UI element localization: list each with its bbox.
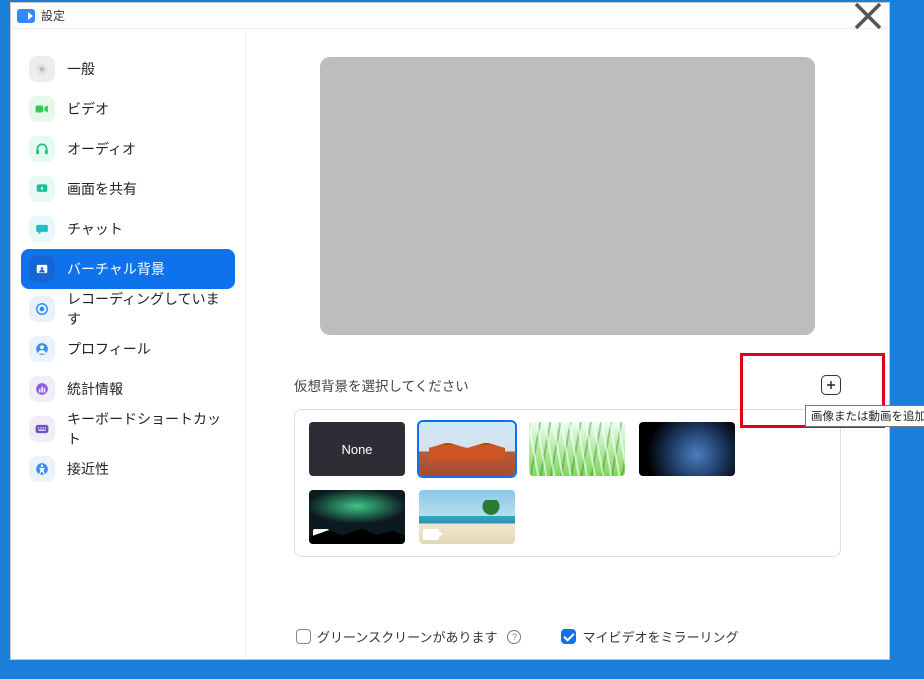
sidebar-item-accessibility[interactable]: 接近性 — [11, 449, 245, 489]
help-icon[interactable]: ? — [507, 630, 521, 644]
sidebar-item-profile[interactable]: プロフィール — [11, 329, 245, 369]
accessibility-icon — [29, 456, 55, 482]
share-screen-icon — [29, 176, 55, 202]
sidebar-item-chat[interactable]: チャット — [11, 209, 245, 249]
sidebar: 一般 ビデオ オーディオ 画面を共有 — [11, 29, 246, 659]
plus-icon — [826, 380, 836, 390]
sidebar-item-general[interactable]: 一般 — [11, 49, 245, 89]
bg-thumb-bridge[interactable] — [419, 422, 515, 476]
video-badge-icon — [313, 529, 329, 540]
checkbox-unchecked-icon — [296, 629, 311, 644]
sidebar-item-keyboard[interactable]: キーボードショートカット — [11, 409, 245, 449]
choose-background-row: 仮想背景を選択してください — [294, 375, 841, 395]
sidebar-item-label: チャット — [67, 219, 123, 239]
sidebar-item-label: 接近性 — [67, 459, 109, 479]
mirror-checkbox[interactable]: マイビデオをミラーリング — [561, 627, 738, 646]
sidebar-item-label: 画面を共有 — [67, 179, 137, 199]
sidebar-item-label: ビデオ — [67, 99, 109, 119]
settings-window: 設定 一般 ビデオ オーディオ — [10, 2, 890, 660]
checkbox-checked-icon — [561, 629, 576, 644]
sidebar-item-share[interactable]: 画面を共有 — [11, 169, 245, 209]
sidebar-item-audio[interactable]: オーディオ — [11, 129, 245, 169]
sidebar-item-label: 統計情報 — [67, 379, 123, 399]
zoom-icon — [17, 9, 35, 23]
background-panel: None — [294, 409, 841, 557]
gear-icon — [29, 56, 55, 82]
sidebar-item-label: オーディオ — [67, 139, 136, 159]
sidebar-item-label: レコーディングしています — [67, 289, 227, 329]
bg-thumb-grass[interactable] — [529, 422, 625, 476]
bg-thumb-none[interactable]: None — [309, 422, 405, 476]
green-screen-label: グリーンスクリーンがあります — [317, 627, 497, 646]
main-panel: 仮想背景を選択してください None — [246, 29, 889, 659]
sidebar-item-label: プロフィール — [67, 339, 151, 359]
bg-thumb-aurora[interactable] — [309, 490, 405, 544]
bottom-options: グリーンスクリーンがあります ? マイビデオをミラーリング — [294, 627, 841, 646]
close-button[interactable] — [853, 4, 883, 28]
content-area: 一般 ビデオ オーディオ 画面を共有 — [11, 29, 889, 659]
profile-icon — [29, 336, 55, 362]
choose-background-label: 仮想背景を選択してください — [294, 375, 469, 395]
sidebar-item-statistics[interactable]: 統計情報 — [11, 369, 245, 409]
headphones-icon — [29, 136, 55, 162]
bg-thumb-earth[interactable] — [639, 422, 735, 476]
bg-thumb-beach[interactable] — [419, 490, 515, 544]
stats-icon — [29, 376, 55, 402]
video-icon — [29, 96, 55, 122]
mirror-label: マイビデオをミラーリング — [582, 627, 738, 646]
sidebar-item-label: バーチャル背景 — [67, 259, 165, 279]
green-screen-checkbox[interactable]: グリーンスクリーンがあります ? — [296, 627, 521, 646]
video-preview — [320, 57, 815, 335]
add-background-tooltip: 画像または動画を追加 — [805, 405, 924, 427]
recording-icon — [29, 296, 55, 322]
bg-none-label: None — [341, 442, 372, 457]
chat-icon — [29, 216, 55, 242]
add-background-button[interactable] — [821, 375, 841, 395]
sidebar-item-label: キーボードショートカット — [67, 409, 227, 449]
sidebar-item-virtual-background[interactable]: バーチャル背景 — [21, 249, 235, 289]
titlebar: 設定 — [11, 3, 889, 29]
window-title: 設定 — [41, 7, 65, 24]
video-badge-icon — [423, 529, 439, 540]
sidebar-item-recording[interactable]: レコーディングしています — [11, 289, 245, 329]
keyboard-icon — [29, 416, 55, 442]
sidebar-item-video[interactable]: ビデオ — [11, 89, 245, 129]
close-icon — [853, 1, 883, 31]
virtual-background-icon — [29, 256, 55, 282]
sidebar-item-label: 一般 — [67, 59, 95, 79]
